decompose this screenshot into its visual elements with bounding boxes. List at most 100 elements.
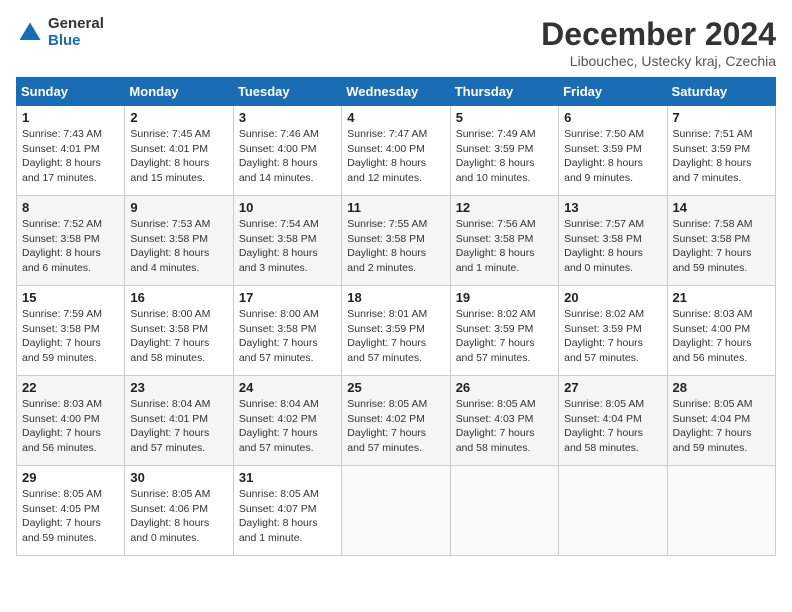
- day-number: 15: [22, 290, 119, 305]
- day-info: Sunrise: 7:50 AM Sunset: 3:59 PM Dayligh…: [564, 127, 661, 186]
- day-info: Sunrise: 7:43 AM Sunset: 4:01 PM Dayligh…: [22, 127, 119, 186]
- day-number: 30: [130, 470, 227, 485]
- day-number: 17: [239, 290, 336, 305]
- day-info: Sunrise: 8:05 AM Sunset: 4:06 PM Dayligh…: [130, 487, 227, 546]
- day-number: 4: [347, 110, 444, 125]
- table-row: 23 Sunrise: 8:04 AM Sunset: 4:01 PM Dayl…: [125, 376, 233, 466]
- col-friday: Friday: [559, 78, 667, 106]
- day-number: 23: [130, 380, 227, 395]
- day-number: 31: [239, 470, 336, 485]
- day-number: 6: [564, 110, 661, 125]
- day-info: Sunrise: 7:45 AM Sunset: 4:01 PM Dayligh…: [130, 127, 227, 186]
- table-row: [450, 466, 558, 556]
- day-number: 3: [239, 110, 336, 125]
- table-row: 7 Sunrise: 7:51 AM Sunset: 3:59 PM Dayli…: [667, 106, 775, 196]
- day-number: 11: [347, 200, 444, 215]
- day-number: 21: [673, 290, 770, 305]
- day-number: 28: [673, 380, 770, 395]
- day-number: 13: [564, 200, 661, 215]
- calendar-week-row: 8 Sunrise: 7:52 AM Sunset: 3:58 PM Dayli…: [17, 196, 776, 286]
- col-sunday: Sunday: [17, 78, 125, 106]
- table-row: 24 Sunrise: 8:04 AM Sunset: 4:02 PM Dayl…: [233, 376, 341, 466]
- col-wednesday: Wednesday: [342, 78, 450, 106]
- day-info: Sunrise: 8:04 AM Sunset: 4:02 PM Dayligh…: [239, 397, 336, 456]
- table-row: 5 Sunrise: 7:49 AM Sunset: 3:59 PM Dayli…: [450, 106, 558, 196]
- table-row: 14 Sunrise: 7:58 AM Sunset: 3:58 PM Dayl…: [667, 196, 775, 286]
- title-block: December 2024 Libouchec, Ustecky kraj, C…: [541, 16, 776, 69]
- day-number: 12: [456, 200, 553, 215]
- day-number: 7: [673, 110, 770, 125]
- calendar-header-row: Sunday Monday Tuesday Wednesday Thursday…: [17, 78, 776, 106]
- logo-general: General: [48, 16, 104, 33]
- day-info: Sunrise: 8:05 AM Sunset: 4:03 PM Dayligh…: [456, 397, 553, 456]
- table-row: [559, 466, 667, 556]
- day-info: Sunrise: 8:05 AM Sunset: 4:02 PM Dayligh…: [347, 397, 444, 456]
- col-saturday: Saturday: [667, 78, 775, 106]
- col-tuesday: Tuesday: [233, 78, 341, 106]
- day-info: Sunrise: 7:57 AM Sunset: 3:58 PM Dayligh…: [564, 217, 661, 276]
- day-info: Sunrise: 7:49 AM Sunset: 3:59 PM Dayligh…: [456, 127, 553, 186]
- table-row: 12 Sunrise: 7:56 AM Sunset: 3:58 PM Dayl…: [450, 196, 558, 286]
- table-row: 15 Sunrise: 7:59 AM Sunset: 3:58 PM Dayl…: [17, 286, 125, 376]
- calendar-week-row: 29 Sunrise: 8:05 AM Sunset: 4:05 PM Dayl…: [17, 466, 776, 556]
- month-title: December 2024: [541, 16, 776, 53]
- table-row: 3 Sunrise: 7:46 AM Sunset: 4:00 PM Dayli…: [233, 106, 341, 196]
- day-number: 8: [22, 200, 119, 215]
- table-row: 30 Sunrise: 8:05 AM Sunset: 4:06 PM Dayl…: [125, 466, 233, 556]
- day-number: 20: [564, 290, 661, 305]
- table-row: 11 Sunrise: 7:55 AM Sunset: 3:58 PM Dayl…: [342, 196, 450, 286]
- table-row: 13 Sunrise: 7:57 AM Sunset: 3:58 PM Dayl…: [559, 196, 667, 286]
- table-row: 1 Sunrise: 7:43 AM Sunset: 4:01 PM Dayli…: [17, 106, 125, 196]
- table-row: 27 Sunrise: 8:05 AM Sunset: 4:04 PM Dayl…: [559, 376, 667, 466]
- table-row: 17 Sunrise: 8:00 AM Sunset: 3:58 PM Dayl…: [233, 286, 341, 376]
- day-number: 14: [673, 200, 770, 215]
- table-row: 10 Sunrise: 7:54 AM Sunset: 3:58 PM Dayl…: [233, 196, 341, 286]
- day-info: Sunrise: 8:01 AM Sunset: 3:59 PM Dayligh…: [347, 307, 444, 366]
- day-number: 1: [22, 110, 119, 125]
- day-number: 9: [130, 200, 227, 215]
- day-number: 10: [239, 200, 336, 215]
- table-row: 8 Sunrise: 7:52 AM Sunset: 3:58 PM Dayli…: [17, 196, 125, 286]
- col-monday: Monday: [125, 78, 233, 106]
- day-info: Sunrise: 7:53 AM Sunset: 3:58 PM Dayligh…: [130, 217, 227, 276]
- table-row: 16 Sunrise: 8:00 AM Sunset: 3:58 PM Dayl…: [125, 286, 233, 376]
- day-info: Sunrise: 8:05 AM Sunset: 4:04 PM Dayligh…: [673, 397, 770, 456]
- table-row: 31 Sunrise: 8:05 AM Sunset: 4:07 PM Dayl…: [233, 466, 341, 556]
- day-info: Sunrise: 8:03 AM Sunset: 4:00 PM Dayligh…: [22, 397, 119, 456]
- day-info: Sunrise: 7:52 AM Sunset: 3:58 PM Dayligh…: [22, 217, 119, 276]
- logo: General Blue: [16, 16, 104, 49]
- calendar-table: Sunday Monday Tuesday Wednesday Thursday…: [16, 77, 776, 556]
- table-row: 19 Sunrise: 8:02 AM Sunset: 3:59 PM Dayl…: [450, 286, 558, 376]
- day-number: 19: [456, 290, 553, 305]
- calendar-week-row: 22 Sunrise: 8:03 AM Sunset: 4:00 PM Dayl…: [17, 376, 776, 466]
- day-info: Sunrise: 8:00 AM Sunset: 3:58 PM Dayligh…: [130, 307, 227, 366]
- table-row: 6 Sunrise: 7:50 AM Sunset: 3:59 PM Dayli…: [559, 106, 667, 196]
- day-info: Sunrise: 7:56 AM Sunset: 3:58 PM Dayligh…: [456, 217, 553, 276]
- calendar-week-row: 15 Sunrise: 7:59 AM Sunset: 3:58 PM Dayl…: [17, 286, 776, 376]
- col-thursday: Thursday: [450, 78, 558, 106]
- day-info: Sunrise: 8:05 AM Sunset: 4:05 PM Dayligh…: [22, 487, 119, 546]
- day-number: 24: [239, 380, 336, 395]
- table-row: 21 Sunrise: 8:03 AM Sunset: 4:00 PM Dayl…: [667, 286, 775, 376]
- day-number: 26: [456, 380, 553, 395]
- day-info: Sunrise: 7:54 AM Sunset: 3:58 PM Dayligh…: [239, 217, 336, 276]
- table-row: 18 Sunrise: 8:01 AM Sunset: 3:59 PM Dayl…: [342, 286, 450, 376]
- day-number: 27: [564, 380, 661, 395]
- table-row: 28 Sunrise: 8:05 AM Sunset: 4:04 PM Dayl…: [667, 376, 775, 466]
- table-row: 9 Sunrise: 7:53 AM Sunset: 3:58 PM Dayli…: [125, 196, 233, 286]
- day-info: Sunrise: 7:51 AM Sunset: 3:59 PM Dayligh…: [673, 127, 770, 186]
- table-row: [342, 466, 450, 556]
- page-header: General Blue December 2024 Libouchec, Us…: [16, 16, 776, 69]
- day-info: Sunrise: 8:05 AM Sunset: 4:07 PM Dayligh…: [239, 487, 336, 546]
- table-row: 20 Sunrise: 8:02 AM Sunset: 3:59 PM Dayl…: [559, 286, 667, 376]
- table-row: 22 Sunrise: 8:03 AM Sunset: 4:00 PM Dayl…: [17, 376, 125, 466]
- table-row: 4 Sunrise: 7:47 AM Sunset: 4:00 PM Dayli…: [342, 106, 450, 196]
- day-info: Sunrise: 8:03 AM Sunset: 4:00 PM Dayligh…: [673, 307, 770, 366]
- day-info: Sunrise: 7:46 AM Sunset: 4:00 PM Dayligh…: [239, 127, 336, 186]
- calendar-week-row: 1 Sunrise: 7:43 AM Sunset: 4:01 PM Dayli…: [17, 106, 776, 196]
- day-info: Sunrise: 8:00 AM Sunset: 3:58 PM Dayligh…: [239, 307, 336, 366]
- day-number: 5: [456, 110, 553, 125]
- logo-text: General Blue: [48, 16, 104, 49]
- logo-blue: Blue: [48, 33, 104, 50]
- day-info: Sunrise: 7:59 AM Sunset: 3:58 PM Dayligh…: [22, 307, 119, 366]
